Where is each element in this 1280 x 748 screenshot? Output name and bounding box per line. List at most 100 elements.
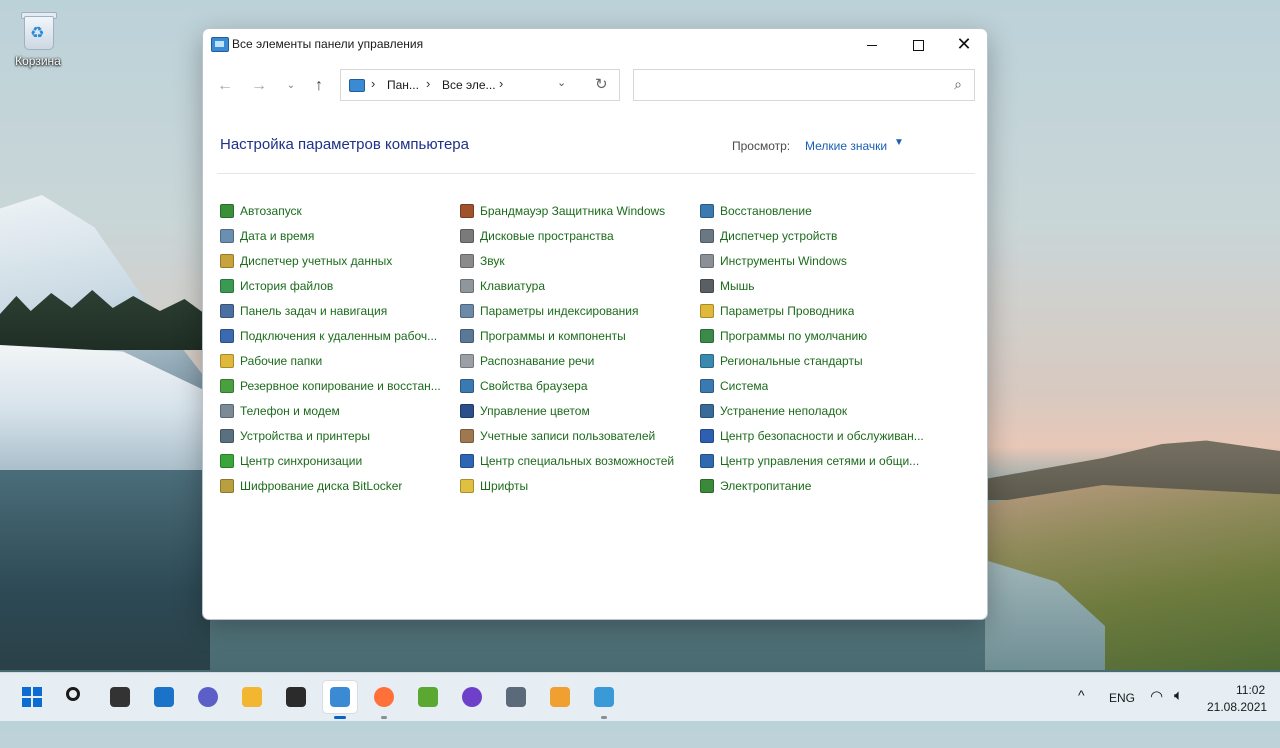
control-panel-item[interactable]: Центр безопасности и обслуживан... <box>699 426 935 451</box>
control-panel-item-label[interactable]: Параметры индексирования <box>480 304 638 318</box>
control-panel-item[interactable]: Мышь <box>699 276 935 301</box>
taskbar-search-button[interactable] <box>59 681 93 713</box>
view-mode-dropdown[interactable]: Мелкие значки <box>805 139 887 153</box>
title-bar[interactable]: Все элементы панели управления ✕ <box>203 29 987 59</box>
control-panel-item-label[interactable]: Телефон и модем <box>240 404 340 418</box>
control-panel-item[interactable]: Управление цветом <box>459 401 695 426</box>
control-panel-item[interactable]: История файлов <box>219 276 455 301</box>
control-panel-item-label[interactable]: Программы по умолчанию <box>720 329 867 343</box>
control-panel-item-label[interactable]: Диспетчер устройств <box>720 229 837 243</box>
control-panel-item-label[interactable]: Система <box>720 379 768 393</box>
control-panel-item-label[interactable]: Автозапуск <box>240 204 302 218</box>
control-panel-item[interactable]: Инструменты Windows <box>699 251 935 276</box>
control-panel-item[interactable]: Центр синхронизации <box>219 451 455 476</box>
language-indicator[interactable]: ENG <box>1109 691 1135 739</box>
control-panel-item-label[interactable]: Центр управления сетями и общи... <box>720 454 919 468</box>
taskbar-file-explorer-button[interactable] <box>235 681 269 713</box>
control-panel-item[interactable]: Клавиатура <box>459 276 695 301</box>
control-panel-item[interactable]: Устройства и принтеры <box>219 426 455 451</box>
taskbar-paint-button[interactable] <box>587 681 621 719</box>
address-history-dropdown[interactable]: ⌄ <box>557 76 566 89</box>
chevron-up-icon[interactable]: ^ <box>1078 687 1085 735</box>
control-panel-item-label[interactable]: Устройства и принтеры <box>240 429 370 443</box>
address-bar[interactable]: › Пан... › Все эле... › ⌄ ↻ <box>340 69 620 101</box>
control-panel-item-label[interactable]: Брандмауэр Защитника Windows <box>480 204 665 218</box>
taskbar-firefox-button[interactable] <box>367 681 401 719</box>
taskbar-github-button[interactable] <box>455 681 489 713</box>
breadcrumb-separator-icon[interactable]: › <box>426 76 430 91</box>
control-panel-item[interactable]: Восстановление <box>699 201 935 226</box>
control-panel-item-label[interactable]: Мышь <box>720 279 755 293</box>
control-panel-item[interactable]: Параметры индексирования <box>459 301 695 326</box>
breadcrumb-separator-icon[interactable]: › <box>371 76 375 91</box>
control-panel-item[interactable]: Автозапуск <box>219 201 455 226</box>
control-panel-item[interactable]: Электропитание <box>699 476 935 501</box>
control-panel-item[interactable]: Учетные записи пользователей <box>459 426 695 451</box>
taskbar-app-green-button[interactable] <box>411 681 445 713</box>
taskbar-chat-button[interactable] <box>191 681 225 713</box>
control-panel-item-label[interactable]: Электропитание <box>720 479 811 493</box>
control-panel-item[interactable]: Шифрование диска BitLocker <box>219 476 455 501</box>
search-input[interactable] <box>640 75 934 97</box>
control-panel-item-label[interactable]: Диспетчер учетных данных <box>240 254 392 268</box>
recent-locations-button[interactable]: ⌄ <box>279 75 303 97</box>
control-panel-item[interactable]: Устранение неполадок <box>699 401 935 426</box>
control-panel-item[interactable]: Центр специальных возможностей <box>459 451 695 476</box>
search-box[interactable]: ⌕ <box>633 69 975 101</box>
control-panel-item[interactable]: Телефон и модем <box>219 401 455 426</box>
close-button[interactable]: ✕ <box>941 29 987 59</box>
control-panel-item-label[interactable]: Панель задач и навигация <box>240 304 387 318</box>
caret-down-icon[interactable]: ▼ <box>894 137 904 148</box>
back-button[interactable]: ← <box>213 75 237 97</box>
control-panel-item[interactable]: Дисковые пространства <box>459 226 695 251</box>
control-panel-item-label[interactable]: Резервное копирование и восстан... <box>240 379 441 393</box>
control-panel-item-label[interactable]: Рабочие папки <box>240 354 322 368</box>
forward-button[interactable]: → <box>247 75 271 97</box>
control-panel-item[interactable]: Диспетчер устройств <box>699 226 935 251</box>
control-panel-item-label[interactable]: Центр специальных возможностей <box>480 454 674 468</box>
desktop-recycle-bin[interactable]: ♻ Корзина <box>8 10 68 68</box>
control-panel-item-label[interactable]: Центр синхронизации <box>240 454 362 468</box>
control-panel-item[interactable]: Резервное копирование и восстан... <box>219 376 455 401</box>
control-panel-item-label[interactable]: Свойства браузера <box>480 379 588 393</box>
control-panel-item-label[interactable]: Дата и время <box>240 229 314 243</box>
control-panel-item[interactable]: Центр управления сетями и общи... <box>699 451 935 476</box>
control-panel-item[interactable]: Региональные стандарты <box>699 351 935 376</box>
control-panel-item-label[interactable]: Распознавание речи <box>480 354 594 368</box>
search-icon[interactable]: ⌕ <box>954 76 962 93</box>
breadcrumb-all-items[interactable]: Все эле... <box>442 78 496 92</box>
control-panel-item[interactable]: Распознавание речи <box>459 351 695 376</box>
control-panel-item-label[interactable]: Дисковые пространства <box>480 229 614 243</box>
taskbar-store-button[interactable] <box>279 681 313 713</box>
volume-icon[interactable]: 🔈︎ <box>1174 687 1183 735</box>
control-panel-item-label[interactable]: Центр безопасности и обслуживан... <box>720 429 924 443</box>
breadcrumb-separator-icon[interactable]: › <box>499 76 503 91</box>
minimize-button[interactable] <box>849 29 895 59</box>
control-panel-item[interactable]: Система <box>699 376 935 401</box>
control-panel-item-label[interactable]: Звук <box>480 254 505 268</box>
control-panel-item[interactable]: Панель задач и навигация <box>219 301 455 326</box>
control-panel-item[interactable]: Программы и компоненты <box>459 326 695 351</box>
control-panel-item[interactable]: Дата и время <box>219 226 455 251</box>
wifi-icon[interactable]: ◠ <box>1150 687 1163 735</box>
control-panel-item-label[interactable]: Устранение неполадок <box>720 404 847 418</box>
control-panel-item-label[interactable]: Подключения к удаленным рабоч... <box>240 329 437 343</box>
control-panel-item[interactable]: Рабочие папки <box>219 351 455 376</box>
maximize-button[interactable] <box>895 29 941 59</box>
taskbar-calculator-button[interactable] <box>499 681 533 713</box>
taskbar-control-panel-button[interactable] <box>323 681 357 719</box>
taskbar-media-button[interactable] <box>543 681 577 713</box>
control-panel-item[interactable]: Программы по умолчанию <box>699 326 935 351</box>
control-panel-item-label[interactable]: Инструменты Windows <box>720 254 847 268</box>
taskbar-task-view-button[interactable] <box>103 681 137 713</box>
control-panel-item[interactable]: Параметры Проводника <box>699 301 935 326</box>
control-panel-item-label[interactable]: Программы и компоненты <box>480 329 626 343</box>
control-panel-item-label[interactable]: Клавиатура <box>480 279 545 293</box>
control-panel-item[interactable]: Шрифты <box>459 476 695 501</box>
control-panel-item[interactable]: Диспетчер учетных данных <box>219 251 455 276</box>
clock-date[interactable]: 21.08.2021 <box>1207 700 1267 748</box>
control-panel-item-label[interactable]: Управление цветом <box>480 404 590 418</box>
control-panel-item[interactable]: Брандмауэр Защитника Windows <box>459 201 695 226</box>
breadcrumb-control-panel[interactable]: Пан... <box>387 78 419 92</box>
control-panel-item-label[interactable]: Восстановление <box>720 204 812 218</box>
